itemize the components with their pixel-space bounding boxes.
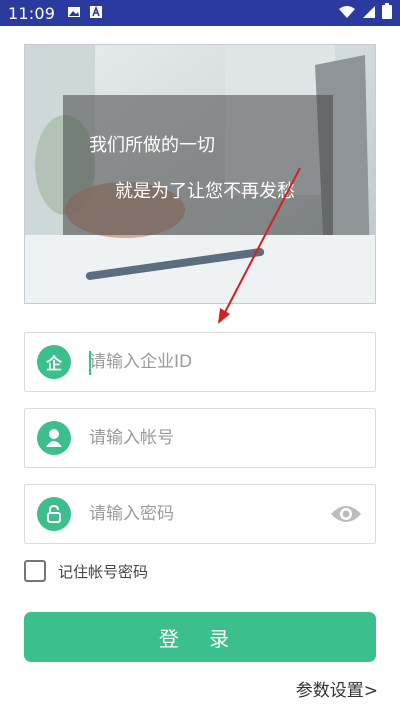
remember-checkbox[interactable] <box>24 560 46 582</box>
remember-row[interactable]: 记住帐号密码 <box>24 560 148 582</box>
text-cursor <box>89 351 91 375</box>
enterprise-id-input[interactable] <box>89 352 309 372</box>
remember-label: 记住帐号密码 <box>58 562 149 581</box>
account-input[interactable] <box>89 428 309 448</box>
login-button[interactable]: 登 录 <box>24 612 376 662</box>
user-icon <box>37 421 71 455</box>
enterprise-id-field[interactable]: 企 <box>24 332 376 392</box>
eye-icon[interactable] <box>329 501 363 531</box>
lock-icon <box>37 497 71 531</box>
enterprise-icon: 企 <box>37 345 71 379</box>
account-field[interactable] <box>24 408 376 468</box>
settings-link[interactable]: 参数设置> <box>296 676 378 701</box>
password-field[interactable] <box>24 484 376 544</box>
password-input[interactable] <box>89 504 309 524</box>
